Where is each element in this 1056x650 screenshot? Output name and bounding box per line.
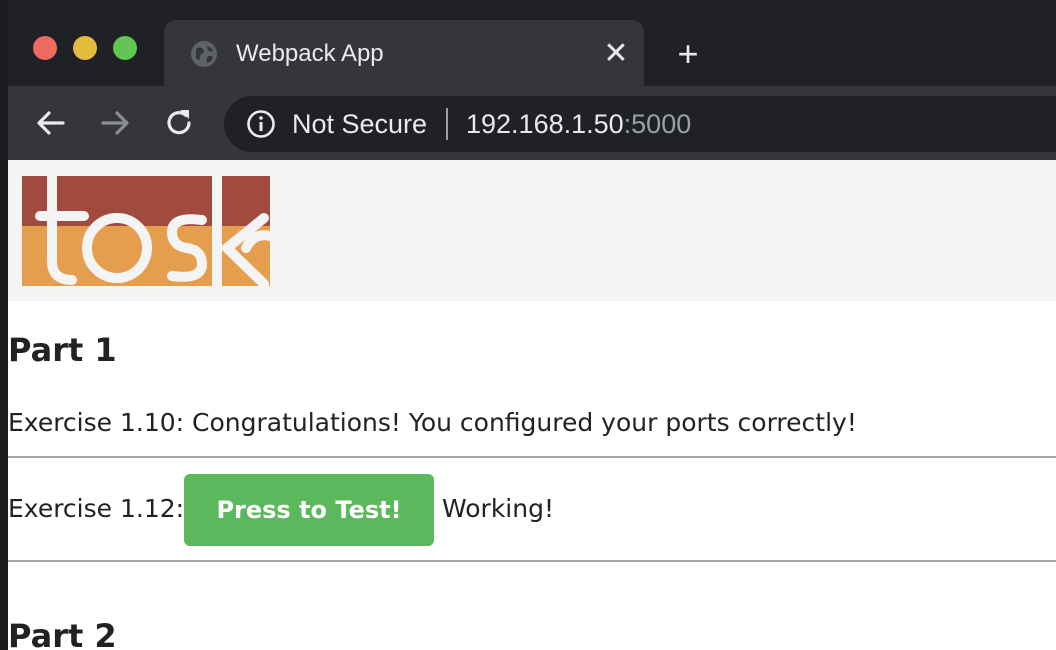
security-label[interactable]: Not Secure	[292, 108, 427, 140]
arrow-right-icon[interactable]	[98, 106, 132, 140]
address-separator	[446, 108, 448, 140]
arrow-left-icon[interactable]	[34, 106, 68, 140]
divider	[8, 456, 1056, 458]
press-to-test-button[interactable]: Press to Test!	[184, 474, 434, 546]
tab-title: Webpack App	[236, 40, 384, 67]
page-header	[8, 160, 1056, 301]
browser-toolbar: Not Secure 192.168.1.50:5000	[8, 86, 1056, 160]
exercise-1-10-text: Exercise 1.10: Congratulations! You conf…	[8, 408, 857, 437]
part2-heading: Part 2	[8, 617, 117, 650]
address-bar[interactable]: Not Secure 192.168.1.50:5000	[224, 96, 1056, 152]
tab-webpack-app[interactable]: Webpack App ✕	[164, 20, 644, 86]
test-result-text: Working!	[442, 494, 554, 523]
new-tab-button[interactable]: +	[668, 36, 708, 76]
exercise-1-12-label: Exercise 1.12:	[8, 494, 185, 523]
minimize-window-button[interactable]	[73, 36, 97, 60]
url-host: 192.168.1.50	[466, 109, 624, 139]
url-text[interactable]: 192.168.1.50:5000	[466, 108, 691, 140]
close-tab-icon[interactable]: ✕	[600, 38, 632, 70]
browser-window: Webpack App ✕ + Not Secure 192.168.1.50:…	[8, 0, 1056, 650]
page-content: Part 1 Exercise 1.10: Congratulations! Y…	[8, 160, 1056, 650]
zoom-window-button[interactable]	[113, 36, 137, 60]
tab-strip: Webpack App ✕ +	[8, 0, 1056, 86]
info-icon[interactable]	[246, 109, 276, 139]
reload-icon[interactable]	[162, 106, 196, 140]
toska-logo	[22, 176, 270, 286]
globe-icon	[191, 41, 217, 67]
part1-heading: Part 1	[8, 331, 117, 369]
close-window-button[interactable]	[33, 36, 57, 60]
url-port: :5000	[623, 109, 692, 139]
divider	[8, 560, 1056, 562]
